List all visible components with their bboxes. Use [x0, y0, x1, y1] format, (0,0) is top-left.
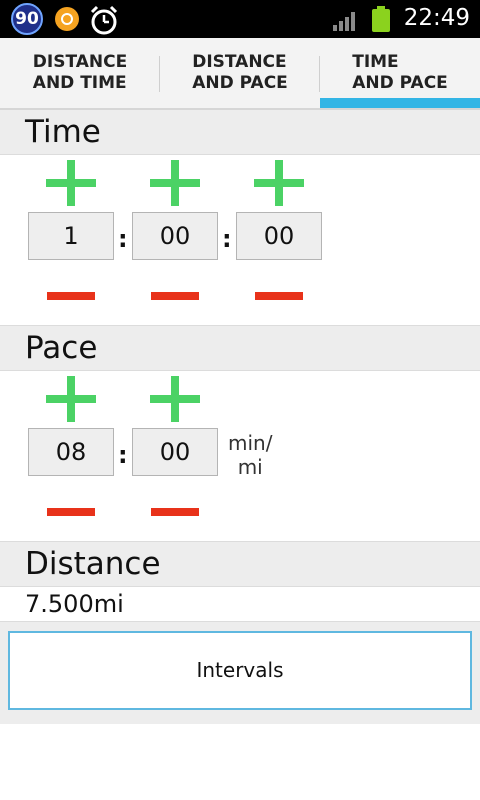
tab-label: TIME AND PACE	[352, 52, 448, 93]
badge-90-icon: 90	[11, 3, 43, 35]
orange-app-icon	[55, 7, 79, 31]
battery-icon	[372, 6, 390, 32]
distance-panel: 7.500mi	[0, 586, 480, 622]
time-separator: :	[222, 225, 232, 253]
time-section-title: Time	[25, 114, 101, 150]
pace-unit-label: min/ mi	[228, 431, 273, 479]
pace-minutes-increment-button[interactable]	[46, 376, 96, 422]
alarm-clock-icon	[90, 5, 118, 35]
hours-decrement-button[interactable]	[47, 292, 95, 300]
tab-distance-and-pace[interactable]: DISTANCE AND PACE	[160, 38, 320, 108]
time-panel: 1 : 00 : 00	[0, 154, 480, 326]
signal-icon	[333, 12, 355, 31]
selected-tab-indicator	[320, 98, 480, 108]
pace-minutes-decrement-button[interactable]	[47, 508, 95, 516]
minutes-field[interactable]: 00	[132, 212, 218, 260]
seconds-decrement-button[interactable]	[255, 292, 303, 300]
seconds-field[interactable]: 00	[236, 212, 322, 260]
minutes-increment-button[interactable]	[150, 160, 200, 206]
pace-panel: 08 : 00 min/ mi	[0, 370, 480, 542]
intervals-button[interactable]: Intervals	[8, 631, 472, 710]
seconds-increment-button[interactable]	[254, 160, 304, 206]
minutes-decrement-button[interactable]	[151, 292, 199, 300]
pace-seconds-decrement-button[interactable]	[151, 508, 199, 516]
distance-value: 7.500mi	[25, 590, 124, 618]
pace-seconds-field[interactable]: 00	[132, 428, 218, 476]
pace-seconds-increment-button[interactable]	[150, 376, 200, 422]
hours-increment-button[interactable]	[46, 160, 96, 206]
pace-section-title: Pace	[25, 330, 98, 366]
tab-label: DISTANCE AND TIME	[32, 52, 128, 93]
status-bar: 90 22:49	[0, 0, 480, 38]
pace-separator: :	[118, 441, 128, 469]
hours-field[interactable]: 1	[28, 212, 114, 260]
time-separator: :	[118, 225, 128, 253]
tab-label: DISTANCE AND PACE	[192, 52, 288, 93]
clock-time: 22:49	[403, 5, 470, 31]
distance-section-title: Distance	[25, 546, 161, 582]
main-content: Time 1 : 00 : 00 Pace 08 : 00 min/ mi Di…	[0, 110, 480, 724]
tab-distance-and-time[interactable]: DISTANCE AND TIME	[0, 38, 160, 108]
pace-minutes-field[interactable]: 08	[28, 428, 114, 476]
